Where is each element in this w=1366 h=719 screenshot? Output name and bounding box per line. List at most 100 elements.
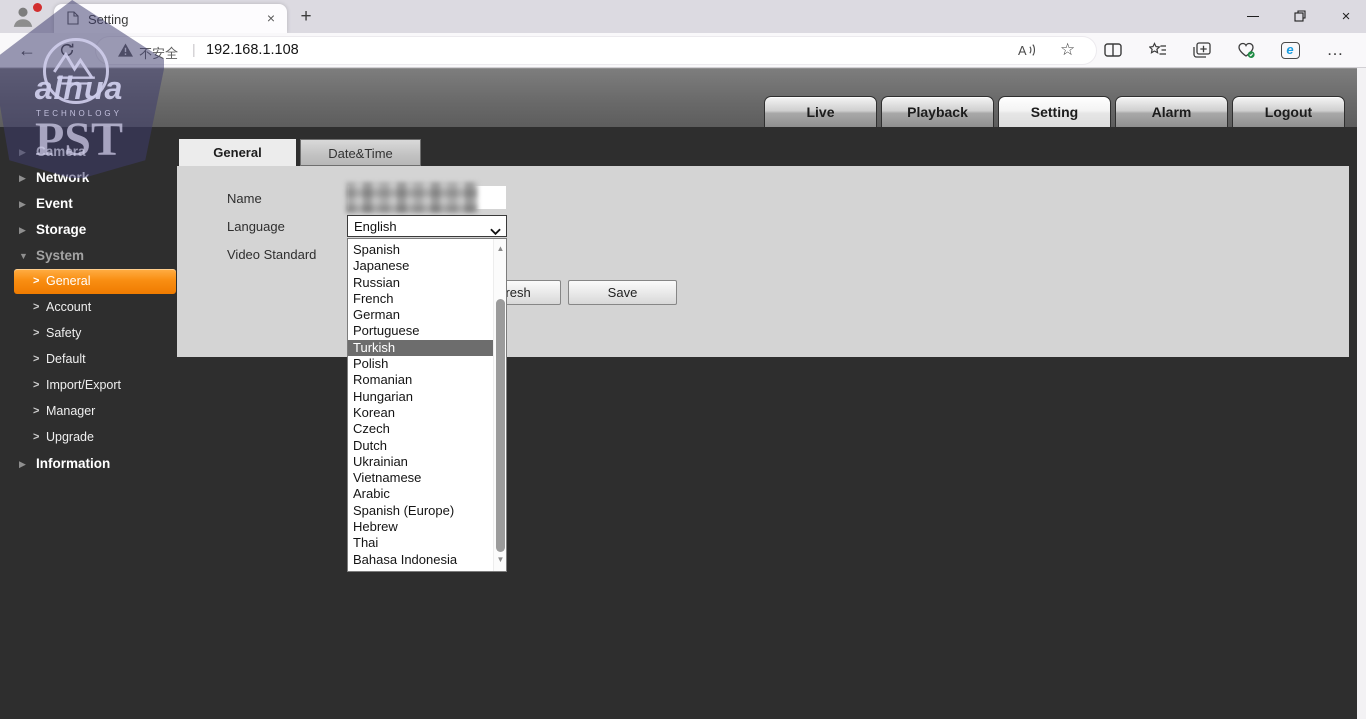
tab-general[interactable]: General <box>179 139 296 166</box>
scroll-up-icon[interactable]: ▲ <box>494 244 507 253</box>
nav-alarm-button[interactable]: Alarm <box>1115 96 1228 127</box>
language-select[interactable]: English <box>347 215 507 237</box>
browser-tabstrip: Setting × + × <box>0 0 1366 33</box>
browser-tab-setting[interactable]: Setting × <box>54 4 287 33</box>
language-selected-value: English <box>354 219 397 234</box>
dropdown-option-highlighted[interactable]: Turkish <box>348 340 493 356</box>
language-options: Spanish Japanese Russian French German P… <box>348 242 493 568</box>
language-dropdown-list: Spanish Japanese Russian French German P… <box>347 238 507 572</box>
sidebar-item-network[interactable]: ▶ Network <box>0 165 177 191</box>
collapsed-arrow-icon: ▶ <box>19 451 26 477</box>
restore-icon <box>1294 10 1306 22</box>
collapsed-arrow-icon: ▶ <box>19 217 26 243</box>
dropdown-option[interactable]: Korean <box>348 405 493 421</box>
sidebar-item-upgrade[interactable]: > Upgrade <box>0 425 177 450</box>
split-screen-button[interactable] <box>1100 33 1126 67</box>
favorites-button[interactable] <box>1145 33 1171 67</box>
security-warning-label[interactable]: 不安全 <box>139 43 178 62</box>
dropdown-option[interactable]: Romanian <box>348 372 493 388</box>
submenu-arrow-icon: > <box>33 373 39 398</box>
nav-live-button[interactable]: Live <box>764 96 877 127</box>
nav-playback-button[interactable]: Playback <box>881 96 994 127</box>
dropdown-option[interactable]: Hungarian <box>348 389 493 405</box>
dropdown-option[interactable]: Japanese <box>348 258 493 274</box>
heart-pulse-icon <box>1237 42 1256 59</box>
page-scrollbar[interactable] <box>1357 68 1366 719</box>
refresh-page-button[interactable] <box>54 33 80 67</box>
collections-button[interactable] <box>1189 33 1215 67</box>
nav-setting-button[interactable]: Setting <box>998 96 1111 127</box>
sidebar-item-import-export[interactable]: > Import/Export <box>0 373 177 398</box>
browser-essentials-button[interactable] <box>1233 33 1259 67</box>
sidebar-item-default[interactable]: > Default <box>0 347 177 372</box>
add-favorite-button[interactable]: ☆ <box>1060 40 1075 60</box>
collapsed-arrow-icon: ▶ <box>19 139 26 165</box>
nav-logout-button[interactable]: Logout <box>1232 96 1345 127</box>
profile-avatar[interactable] <box>8 3 44 30</box>
submenu-arrow-icon: > <box>33 269 39 294</box>
favorites-list-icon <box>1149 42 1167 58</box>
address-bar[interactable]: 不安全 | 192.168.1.108 A ☆ <box>96 37 1096 64</box>
submenu-arrow-icon: > <box>33 347 39 372</box>
sidebar-item-system[interactable]: ▼ System <box>0 243 177 269</box>
submenu-arrow-icon: > <box>33 321 39 346</box>
minimize-icon <box>1247 16 1259 17</box>
dropdown-option[interactable]: Arabic <box>348 486 493 502</box>
svg-text:A: A <box>1018 43 1027 57</box>
tab-title: Setting <box>88 12 128 27</box>
sidebar-item-information[interactable]: ▶ Information <box>0 451 177 477</box>
scrollbar-thumb[interactable] <box>496 299 505 552</box>
sidebar-item-camera[interactable]: ▶ Camera <box>0 139 177 165</box>
sidebar-item-safety[interactable]: > Safety <box>0 321 177 346</box>
sidebar-item-storage[interactable]: ▶ Storage <box>0 217 177 243</box>
browser-toolbar: ← 不安全 | 192.168.1.108 A <box>0 33 1366 68</box>
dropdown-option[interactable]: Hebrew <box>348 519 493 535</box>
sidebar-item-event[interactable]: ▶ Event <box>0 191 177 217</box>
dropdown-option[interactable]: Vietnamese <box>348 470 493 486</box>
dropdown-option[interactable]: Dutch <box>348 438 493 454</box>
save-button[interactable]: Save <box>568 280 677 305</box>
dropdown-option[interactable]: Spanish <box>348 242 493 258</box>
page-favicon-icon <box>67 11 79 30</box>
collapsed-arrow-icon: ▶ <box>19 165 26 191</box>
refresh-icon <box>59 42 75 58</box>
split-screen-icon <box>1104 43 1122 57</box>
security-warning-icon[interactable] <box>118 43 133 62</box>
submenu-arrow-icon: > <box>33 425 39 450</box>
sidebar-item-account[interactable]: > Account <box>0 295 177 320</box>
ie-mode-icon: e <box>1281 42 1300 59</box>
dropdown-option[interactable]: Spanish (Europe) <box>348 503 493 519</box>
dropdown-option[interactable]: Czech <box>348 421 493 437</box>
read-aloud-button[interactable]: A <box>1018 43 1037 62</box>
dropdown-option[interactable]: French <box>348 291 493 307</box>
new-tab-button[interactable]: + <box>293 5 319 29</box>
scroll-down-icon[interactable]: ▼ <box>494 555 507 564</box>
ie-mode-button[interactable]: e <box>1277 33 1303 67</box>
dropdown-option[interactable]: Portuguese <box>348 323 493 339</box>
tab-close-icon[interactable]: × <box>267 10 275 26</box>
collapsed-arrow-icon: ▶ <box>19 191 26 217</box>
collections-icon <box>1193 42 1211 58</box>
dropdown-option[interactable]: Ukrainian <box>348 454 493 470</box>
submenu-arrow-icon: > <box>33 295 39 320</box>
tab-date-time[interactable]: Date&Time <box>300 139 421 166</box>
dropdown-option[interactable]: Bahasa Indonesia <box>348 552 493 568</box>
dropdown-option[interactable]: German <box>348 307 493 323</box>
dropdown-option[interactable]: Polish <box>348 356 493 372</box>
sidebar-item-general-selected[interactable]: > General <box>14 269 176 294</box>
address-divider: | <box>192 41 196 57</box>
name-input[interactable] <box>348 186 506 209</box>
dropdown-option[interactable]: Thai <box>348 535 493 551</box>
name-label: Name <box>227 191 262 206</box>
redaction-blur <box>346 182 478 213</box>
sidebar-item-manager[interactable]: > Manager <box>0 399 177 424</box>
dropdown-scrollbar[interactable]: ▲ ▼ <box>493 239 506 571</box>
browser-menu-button[interactable]: … <box>1322 33 1348 67</box>
back-button[interactable]: ← <box>14 33 40 67</box>
url-text[interactable]: 192.168.1.108 <box>206 42 299 58</box>
window-minimize-button[interactable] <box>1236 4 1270 29</box>
window-restore-button[interactable] <box>1283 4 1317 29</box>
screen: Setting × + × ← <box>0 0 1366 719</box>
window-close-button[interactable]: × <box>1329 4 1363 29</box>
dropdown-option[interactable]: Russian <box>348 275 493 291</box>
